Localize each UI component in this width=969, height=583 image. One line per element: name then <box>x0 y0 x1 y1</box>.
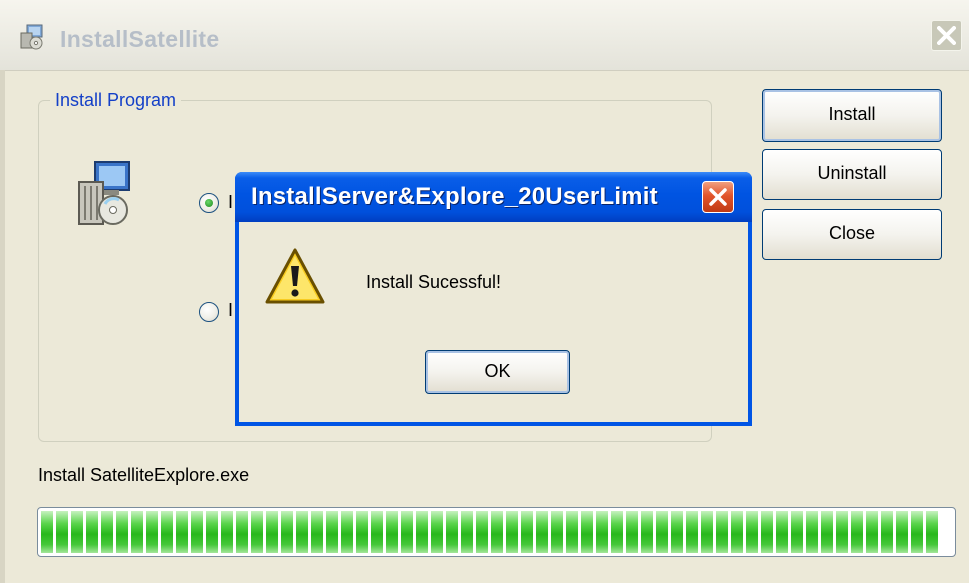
progress-fill <box>41 511 952 553</box>
progress-block <box>311 511 323 553</box>
ok-button[interactable]: OK <box>425 350 570 394</box>
group-label: Install Program <box>50 90 182 111</box>
uninstall-button[interactable]: Uninstall <box>762 149 942 200</box>
progress-block <box>491 511 503 553</box>
install-option-label-1: I <box>228 192 234 212</box>
progress-block <box>746 511 758 553</box>
progress-block <box>566 511 578 553</box>
progress-block <box>431 511 443 553</box>
close-icon <box>709 188 727 206</box>
progress-block <box>671 511 683 553</box>
progress-block <box>461 511 473 553</box>
progress-block <box>386 511 398 553</box>
progress-block <box>326 511 338 553</box>
progress-block <box>581 511 593 553</box>
dialog-titlebar[interactable]: InstallServer&Explore_20UserLimit <box>235 172 752 222</box>
install-status-text: Install SatelliteExplore.exe <box>38 465 250 485</box>
progress-block <box>881 511 893 553</box>
progress-block <box>791 511 803 553</box>
dialog-close-button[interactable] <box>702 181 734 213</box>
progress-block <box>656 511 668 553</box>
close-icon <box>937 26 956 45</box>
progress-block <box>86 511 98 553</box>
progress-block <box>281 511 293 553</box>
radio-selected-dot <box>205 199 213 207</box>
progress-block <box>236 511 248 553</box>
progress-block <box>251 511 263 553</box>
progress-block <box>446 511 458 553</box>
dialog-body: Install Sucessful! OK <box>239 222 748 422</box>
progress-block <box>716 511 728 553</box>
progress-block <box>356 511 368 553</box>
main-titlebar[interactable]: InstallSatellite <box>0 0 969 71</box>
install-option-label-2: I <box>228 300 234 320</box>
progress-block <box>776 511 788 553</box>
close-button[interactable]: Close <box>762 209 942 260</box>
progress-block <box>896 511 908 553</box>
progress-block <box>116 511 128 553</box>
install-button[interactable]: Install <box>762 89 942 142</box>
installer-icon <box>20 24 43 50</box>
progress-block <box>416 511 428 553</box>
progress-block <box>401 511 413 553</box>
progress-block <box>191 511 203 553</box>
progress-block <box>596 511 608 553</box>
message-dialog: InstallServer&Explore_20UserLimit Instal… <box>235 172 752 426</box>
progress-block <box>146 511 158 553</box>
progress-block <box>731 511 743 553</box>
progress-block <box>206 511 218 553</box>
progress-block <box>341 511 353 553</box>
progress-block <box>131 511 143 553</box>
main-window-title: InstallSatellite <box>60 26 220 52</box>
progress-block <box>866 511 878 553</box>
window-border <box>0 70 5 583</box>
dialog-title: InstallServer&Explore_20UserLimit <box>251 183 658 210</box>
progress-block <box>641 511 653 553</box>
progress-block <box>761 511 773 553</box>
progress-block <box>296 511 308 553</box>
progress-block <box>536 511 548 553</box>
progress-block <box>41 511 53 553</box>
progress-block <box>701 511 713 553</box>
progress-block <box>806 511 818 553</box>
progress-block <box>56 511 68 553</box>
progress-block <box>851 511 863 553</box>
progress-block <box>836 511 848 553</box>
progress-block <box>686 511 698 553</box>
progress-block <box>521 511 533 553</box>
install-option-radio-1[interactable] <box>199 193 219 213</box>
progress-block <box>176 511 188 553</box>
progress-block <box>101 511 113 553</box>
progress-block <box>626 511 638 553</box>
progress-block <box>476 511 488 553</box>
main-close-button[interactable] <box>931 20 962 51</box>
install-option-radio-2[interactable] <box>199 302 219 322</box>
progress-block <box>161 511 173 553</box>
progress-block <box>371 511 383 553</box>
progress-block <box>221 511 233 553</box>
progress-block <box>911 511 923 553</box>
warning-icon <box>265 248 325 304</box>
progress-block <box>926 511 938 553</box>
progress-block <box>551 511 563 553</box>
dialog-message: Install Sucessful! <box>366 272 502 292</box>
progress-block <box>506 511 518 553</box>
progress-block <box>71 511 83 553</box>
progress-block <box>821 511 833 553</box>
install-progress-bar <box>37 507 956 557</box>
progress-block <box>611 511 623 553</box>
setup-package-icon <box>78 161 130 225</box>
progress-block <box>266 511 278 553</box>
